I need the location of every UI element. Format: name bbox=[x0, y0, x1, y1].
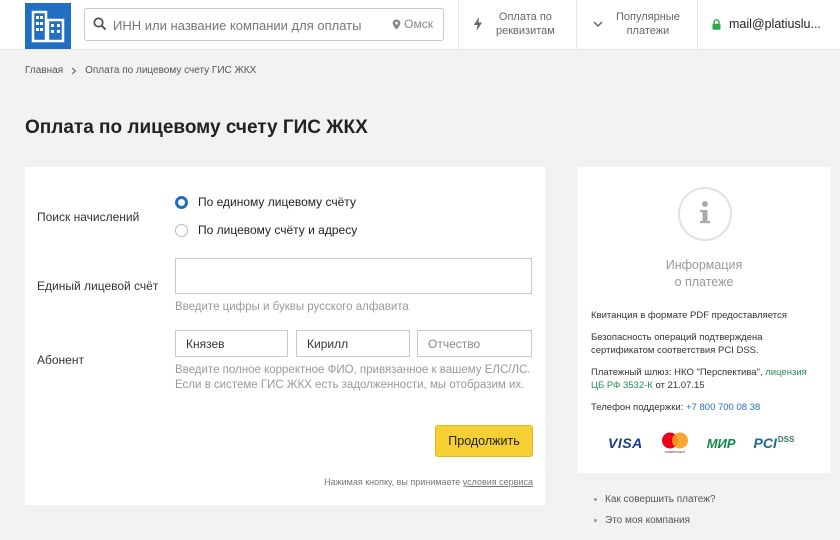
radio-unchecked[interactable] bbox=[175, 223, 188, 237]
nav-payment-by-details[interactable]: Оплата по реквизитам bbox=[468, 10, 555, 38]
search-type-label: Поиск начислений bbox=[37, 210, 140, 224]
support-phone[interactable]: +7 800 700 08 38 bbox=[686, 402, 760, 413]
mastercard-logo: mastercard bbox=[661, 432, 689, 454]
header-divider bbox=[576, 0, 577, 50]
bullet bbox=[594, 519, 597, 522]
payment-form: Поиск начислений По единому лицевому счё… bbox=[25, 167, 545, 505]
radio-checked[interactable] bbox=[175, 195, 188, 209]
side-links: Как совершить платеж? Это моя компания bbox=[594, 494, 715, 536]
subscriber-hint-line: Введите полное корректное ФИО, привязанн… bbox=[175, 364, 531, 376]
account-input[interactable] bbox=[175, 258, 532, 294]
logo[interactable] bbox=[25, 3, 71, 49]
pci-dss-logo: PCI DSS bbox=[753, 435, 795, 451]
lightning-icon bbox=[474, 17, 482, 31]
radio-single-account-label: По единому лицевому счёту bbox=[198, 195, 356, 209]
side-link-label: Это моя компания bbox=[605, 515, 691, 526]
bullet bbox=[594, 498, 597, 501]
side-link-my-company[interactable]: Это моя компания bbox=[594, 515, 715, 526]
visa-logo: VISA bbox=[608, 435, 643, 451]
payment-systems-logos: VISA mastercard МИР PCI DSS bbox=[608, 432, 794, 454]
lastname-input[interactable] bbox=[175, 330, 288, 357]
side-link-how-to-pay[interactable]: Как совершить платеж? bbox=[594, 494, 715, 505]
patronymic-input[interactable] bbox=[417, 330, 532, 357]
page-title: Оплата по лицевому счету ГИС ЖКХ bbox=[25, 117, 368, 138]
header: Омск Оплата по реквизитам Популярные пла… bbox=[0, 0, 840, 50]
radio-account-and-address[interactable]: По лицевому счёту и адресу bbox=[175, 223, 357, 237]
breadcrumb-current: Оплата по лицевому счету ГИС ЖКХ bbox=[85, 65, 257, 76]
subscriber-label: Абонент bbox=[37, 353, 84, 367]
account-hint: Введите цифры и буквы русского алфавита bbox=[175, 301, 409, 313]
user-account[interactable]: mail@platiuslu... bbox=[712, 17, 821, 31]
breadcrumb: Главная Оплата по лицевому счету ГИС ЖКХ bbox=[25, 65, 256, 76]
search-input[interactable] bbox=[113, 15, 368, 35]
search-box[interactable]: Омск bbox=[84, 8, 444, 41]
info-gateway: Платежный шлюз: НКО "Перспектива", лицен… bbox=[591, 367, 807, 391]
info-receipt: Квитанция в формате PDF предоставляется bbox=[591, 310, 787, 321]
nav-popular-payments-label: Популярные платежи bbox=[616, 11, 680, 37]
continue-button[interactable]: Продолжить bbox=[435, 425, 533, 457]
subscriber-hint: Введите полное корректное ФИО, привязанн… bbox=[175, 363, 531, 393]
radio-account-and-address-label: По лицевому счёту и адресу bbox=[198, 223, 358, 237]
info-security: Безопасность операций подтверждена серти… bbox=[591, 332, 763, 356]
payment-info-panel: Информация о платеже Квитанция в формате… bbox=[578, 167, 830, 473]
terms-note: Нажимая кнопку, вы принимаете условия се… bbox=[324, 477, 533, 487]
radio-single-account[interactable]: По единому лицевому счёту bbox=[175, 195, 356, 209]
account-label: Единый лицевой счёт bbox=[37, 279, 159, 293]
info-icon bbox=[678, 187, 732, 241]
firstname-input[interactable] bbox=[296, 330, 410, 357]
breadcrumb-home[interactable]: Главная bbox=[25, 65, 63, 76]
header-divider bbox=[458, 0, 459, 50]
lock-icon bbox=[712, 18, 721, 30]
location-pin-icon bbox=[392, 19, 401, 29]
chevron-right-icon bbox=[71, 67, 77, 74]
nav-popular-payments[interactable]: Популярные платежи bbox=[588, 10, 680, 38]
license-number-link[interactable]: ЦБ РФ 3532-К bbox=[591, 380, 653, 391]
city-name: Омск bbox=[404, 17, 433, 31]
side-link-label: Как совершить платеж? bbox=[605, 494, 716, 505]
header-divider bbox=[697, 0, 698, 50]
nav-payment-by-details-label: Оплата по реквизитам bbox=[496, 11, 555, 37]
building-logo-icon bbox=[31, 10, 65, 43]
subscriber-hint-line: Если в системе ГИС ЖКХ есть задолженност… bbox=[175, 379, 525, 391]
license-link[interactable]: лицензия bbox=[765, 367, 807, 378]
search-icon bbox=[93, 17, 107, 31]
chevron-down-icon bbox=[593, 20, 603, 27]
user-email: mail@platiuslu... bbox=[729, 17, 821, 31]
info-title: Информация о платеже bbox=[665, 258, 743, 289]
info-support: Телефон поддержки: +7 800 700 08 38 bbox=[591, 402, 761, 413]
city-selector[interactable]: Омск bbox=[392, 17, 433, 31]
terms-link[interactable]: условия сервиса bbox=[463, 477, 533, 487]
terms-text: Нажимая кнопку, вы принимаете bbox=[324, 477, 461, 487]
mir-logo: МИР bbox=[706, 435, 736, 451]
